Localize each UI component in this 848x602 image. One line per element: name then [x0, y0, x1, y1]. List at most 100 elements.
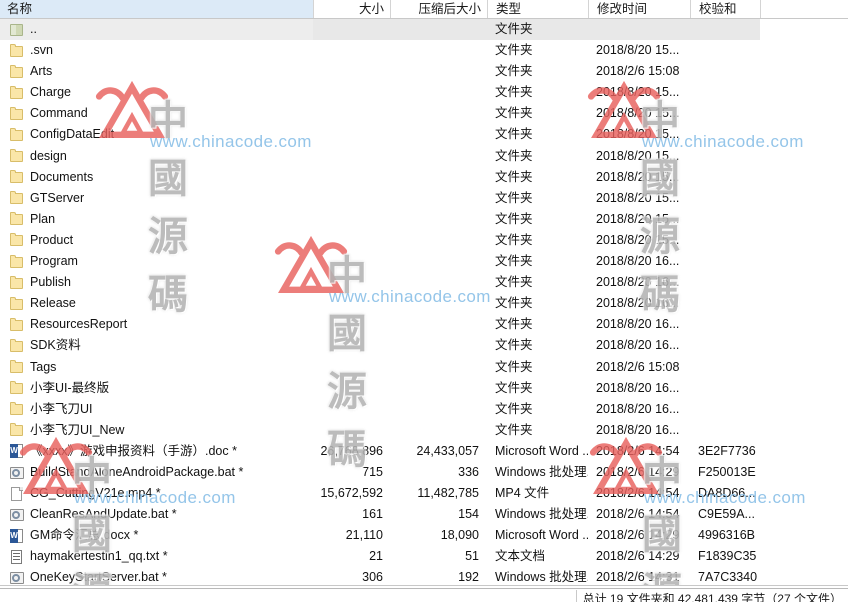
column-header-checksum[interactable]: 校验和 — [690, 0, 760, 18]
table-row[interactable]: BuildStandAloneAndroidPackage.bat * 715 33… — [0, 462, 848, 483]
column-header-name[interactable]: 名称 — [0, 0, 313, 18]
cell-packed-size — [390, 272, 487, 293]
cell-size: 21,110 — [345, 528, 383, 543]
cell-type: 文件夹 — [495, 296, 533, 311]
cell-modified: 2018/8/20 15... — [596, 127, 680, 142]
list-bottom-divider — [0, 585, 848, 586]
cell-name: CG_CuttingV21e.mp4 * — [0, 483, 313, 504]
table-row[interactable]: Tags 文件夹 2018/2/6 15:08 — [0, 357, 848, 378]
file-name-label: SDK资料 — [30, 338, 81, 353]
cell-name: Release — [0, 293, 313, 314]
cell-checksum: DA8D66... — [698, 486, 756, 501]
folder-icon — [9, 359, 25, 375]
folder-icon — [9, 64, 25, 80]
table-row[interactable]: 小李UI-最终版 文件夹 2018/8/20 16... — [0, 378, 848, 399]
cell-name: Charge — [0, 82, 313, 103]
table-row[interactable]: ResourcesReport 文件夹 2018/8/20 16... — [0, 314, 848, 335]
cell-packed-size: 24,433,057 — [416, 443, 479, 458]
cell-checksum: 4996316B — [698, 528, 756, 543]
table-row[interactable]: SDK资料 文件夹 2018/8/20 16... — [0, 335, 848, 356]
cell-name: .svn — [0, 40, 313, 61]
file-list-rows: .. 文件夹 .svn 文件夹 2018/8/20 15... Arts 文件夹 2018/2… — [0, 19, 848, 586]
cell-name: 小李UI-最终版 — [0, 378, 313, 399]
table-row[interactable]: GM命令汇总.docx * 21,110 18,090 Microsoft Word … — [0, 525, 848, 546]
folder-icon — [9, 401, 25, 417]
file-name-label: ResourcesReport — [30, 317, 128, 332]
column-header-modified[interactable]: 修改时间 — [588, 0, 690, 18]
cell-name: Documents — [0, 167, 313, 188]
cell-packed-size — [390, 357, 487, 378]
cell-modified: 2018/2/6 14:31 — [596, 570, 680, 585]
table-row[interactable]: .. 文件夹 — [0, 19, 848, 41]
folder-icon — [9, 254, 25, 270]
cell-size — [313, 19, 390, 41]
table-row[interactable]: Charge 文件夹 2018/8/20 15... — [0, 82, 848, 103]
table-row[interactable]: 《xxxx》游戏申报资料（手游）.doc * 26,768,896 24,433,0… — [0, 441, 848, 462]
cell-checksum — [690, 40, 760, 61]
cell-modified: 2018/2/6 14:54 — [596, 507, 680, 522]
file-name-label: Charge — [30, 85, 71, 100]
file-name-label: 小李飞刀UI_New — [30, 422, 125, 437]
cell-type: Microsoft Word ... — [495, 528, 588, 543]
cell-modified: 2018/2/6 15:08 — [596, 359, 680, 374]
cell-modified: 2018/8/20 16... — [596, 296, 680, 311]
cell-size: 715 — [362, 464, 383, 479]
table-row[interactable]: Publish 文件夹 2018/8/20 16... — [0, 272, 848, 293]
folder-icon — [9, 169, 25, 185]
table-row[interactable]: design 文件夹 2018/8/20 15... — [0, 146, 848, 167]
cell-size — [313, 378, 390, 399]
status-bar-inner: 总计 19 文件夹和 42,481,439 字节（27 个文件） — [0, 588, 848, 602]
table-row[interactable]: Arts 文件夹 2018/2/6 15:08 — [0, 61, 848, 82]
table-row[interactable]: 小李飞刀UI_New 文件夹 2018/8/20 16... — [0, 420, 848, 441]
cell-size: 161 — [362, 507, 383, 522]
cell-size — [313, 314, 390, 335]
cell-size: 21 — [369, 549, 383, 564]
folder-icon — [9, 43, 25, 59]
table-row[interactable]: GTServer 文件夹 2018/8/20 15... — [0, 188, 848, 209]
cell-modified — [588, 19, 690, 41]
column-header-filler — [760, 0, 848, 18]
cell-modified: 2018/2/6 15:08 — [596, 64, 680, 79]
table-row[interactable]: CG_CuttingV21e.mp4 * 15,672,592 11,482,785… — [0, 483, 848, 504]
table-row[interactable]: Release 文件夹 2018/8/20 16... — [0, 293, 848, 314]
folder-icon — [9, 422, 25, 438]
folder-icon — [9, 211, 25, 227]
cell-name: Command — [0, 103, 313, 124]
cell-packed-size: 51 — [465, 549, 479, 564]
cell-modified: 2018/8/20 15... — [596, 106, 680, 121]
column-header-type[interactable]: 类型 — [487, 0, 588, 18]
table-row[interactable]: Program 文件夹 2018/8/20 16... — [0, 251, 848, 272]
column-header-packed-size[interactable]: 压缩后大小 — [390, 0, 487, 18]
folder-icon — [9, 296, 25, 312]
table-row[interactable]: Command 文件夹 2018/8/20 15... — [0, 103, 848, 124]
folder-icon — [9, 338, 25, 354]
bat-icon — [9, 570, 25, 586]
cell-checksum — [690, 209, 760, 230]
cell-packed-size: 11,482,785 — [417, 486, 479, 501]
file-name-label: Arts — [30, 64, 53, 79]
table-row[interactable]: 小李飞刀UI 文件夹 2018/8/20 16... — [0, 399, 848, 420]
file-name-label: GM命令汇总.docx * — [30, 528, 139, 543]
table-row[interactable]: ConfigDataEdit 文件夹 2018/8/20 15... — [0, 124, 848, 145]
table-row[interactable]: OneKeyStartServer.bat * 306 192 Windows 批处理… — [0, 567, 848, 586]
table-row[interactable]: .svn 文件夹 2018/8/20 15... — [0, 40, 848, 61]
cell-checksum — [690, 399, 760, 420]
cell-name: ConfigDataEdit — [0, 124, 313, 145]
folder-icon — [9, 127, 25, 143]
cell-modified: 2018/2/6 14:29 — [596, 549, 680, 564]
bat-icon — [9, 507, 25, 523]
cell-name: .. — [0, 19, 313, 41]
table-row[interactable]: Plan 文件夹 2018/8/20 15... — [0, 209, 848, 230]
cell-size — [313, 82, 390, 103]
table-row[interactable]: Product 文件夹 2018/8/20 15... — [0, 230, 848, 251]
file-name-label: .. — [30, 22, 37, 36]
cell-type: Windows 批处理... — [495, 507, 588, 522]
file-name-label: Tags — [30, 359, 57, 374]
cell-modified: 2018/8/20 16... — [596, 275, 680, 290]
table-row[interactable]: Documents 文件夹 2018/8/20 15... — [0, 167, 848, 188]
column-header-size[interactable]: 大小 — [313, 0, 390, 18]
file-name-label: OneKeyStartServer.bat * — [30, 570, 167, 585]
table-row[interactable]: haymakertestin1_qq.txt * 21 51 文本文档 2018/2/6… — [0, 546, 848, 567]
file-name-label: .svn — [30, 43, 53, 58]
table-row[interactable]: CleanResAndUpdate.bat * 161 154 Windows 批处理… — [0, 504, 848, 525]
